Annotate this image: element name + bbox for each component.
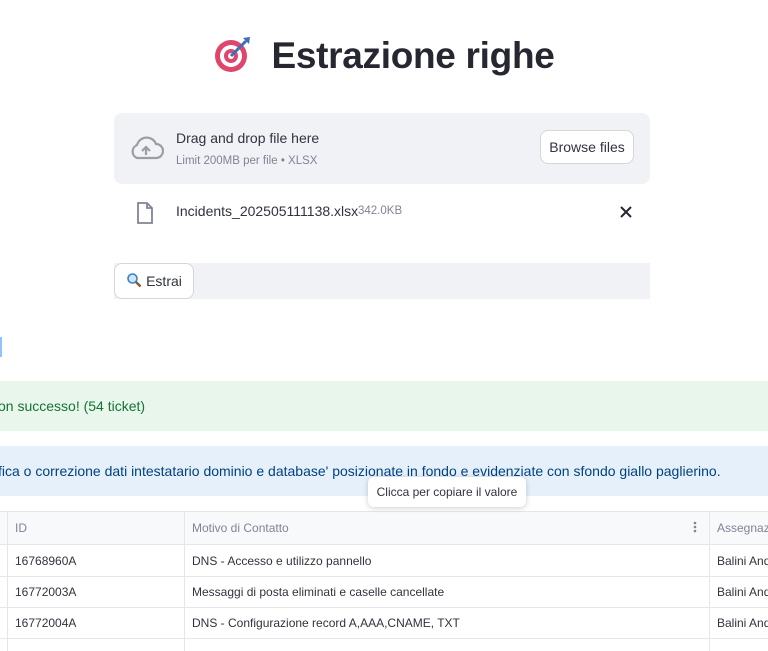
cell-assegnazione[interactable]: Balini And xyxy=(710,545,768,576)
page-title-text: Estrazione righe xyxy=(271,35,555,76)
browse-files-button[interactable]: Browse files xyxy=(540,130,634,164)
success-alert: on successo! (54 ticket) xyxy=(0,381,768,431)
column-menu-icon[interactable] xyxy=(693,521,697,536)
cell-id[interactable]: 16772004A xyxy=(8,607,185,638)
estrai-button[interactable]: Estrai xyxy=(114,263,194,299)
file-dropzone[interactable]: Drag and drop file here Limit 200MB per … xyxy=(114,113,650,184)
table-row[interactable]: 16772003A Messaggi di posta eliminati e … xyxy=(0,576,768,608)
cell-id[interactable]: 16768960A xyxy=(8,545,185,576)
success-text: on successo! (54 ticket) xyxy=(0,398,146,414)
row-index xyxy=(0,638,8,651)
cloud-upload-icon xyxy=(128,134,165,167)
column-header-id[interactable]: ID xyxy=(8,512,185,544)
file-name: Incidents_202505111138.xlsx xyxy=(176,203,359,219)
search-icon xyxy=(126,272,142,291)
dropzone-label: Drag and drop file here xyxy=(176,130,320,146)
results-table[interactable]: ID Motivo di Contatto Assegnazi 16768960… xyxy=(0,511,768,651)
column-header-motivo[interactable]: Motivo di Contatto xyxy=(185,512,710,544)
partial-element-edge xyxy=(0,337,2,357)
cell-id[interactable]: 16772003A xyxy=(8,576,185,607)
table-header: ID Motivo di Contatto Assegnazi xyxy=(0,512,768,545)
copy-tooltip: Clicca per copiare il valore xyxy=(368,477,526,507)
app-page: Estrazione righe Drag and drop file here… xyxy=(0,0,768,651)
file-icon xyxy=(136,202,154,229)
cell-id[interactable] xyxy=(8,638,185,651)
close-icon[interactable] xyxy=(618,204,634,225)
target-dart-icon xyxy=(213,34,253,83)
cell-motivo[interactable]: DNS - Configurazione record A,AAA,CNAME,… xyxy=(185,607,710,638)
estrai-label: Estrai xyxy=(146,273,182,289)
cell-motivo[interactable]: Messaggi di posta eliminati e caselle ca… xyxy=(185,576,710,607)
column-header-assegnazione[interactable]: Assegnazi xyxy=(710,512,768,544)
uploaded-file: Incidents_202505111138.xlsx 342.0KB xyxy=(114,196,650,228)
info-text: fica o correzione dati intestatario domi… xyxy=(0,463,721,479)
cell-assegnazione[interactable]: Balini And xyxy=(710,576,768,607)
button-bar xyxy=(114,263,650,299)
table-row-partial[interactable] xyxy=(0,638,768,651)
cell-motivo[interactable]: DNS - Accesso e utilizzo pannello xyxy=(185,545,710,576)
table-row[interactable]: 16768960A DNS - Accesso e utilizzo panne… xyxy=(0,545,768,577)
row-index-header xyxy=(0,512,8,544)
file-size: 342.0KB xyxy=(358,205,403,217)
row-index xyxy=(0,576,8,607)
dropzone-limit: Limit 200MB per file • XLSX xyxy=(176,155,318,167)
cell-assegnazione[interactable]: Balini And xyxy=(710,607,768,638)
cell-motivo[interactable] xyxy=(185,638,710,651)
column-header-motivo-label: Motivo di Contatto xyxy=(192,521,289,535)
table-row[interactable]: 16772004A DNS - Configurazione record A,… xyxy=(0,607,768,639)
page-title: Estrazione righe xyxy=(0,34,768,83)
row-index xyxy=(0,545,8,576)
row-index xyxy=(0,607,8,638)
cell-assegnazione[interactable] xyxy=(710,638,768,651)
